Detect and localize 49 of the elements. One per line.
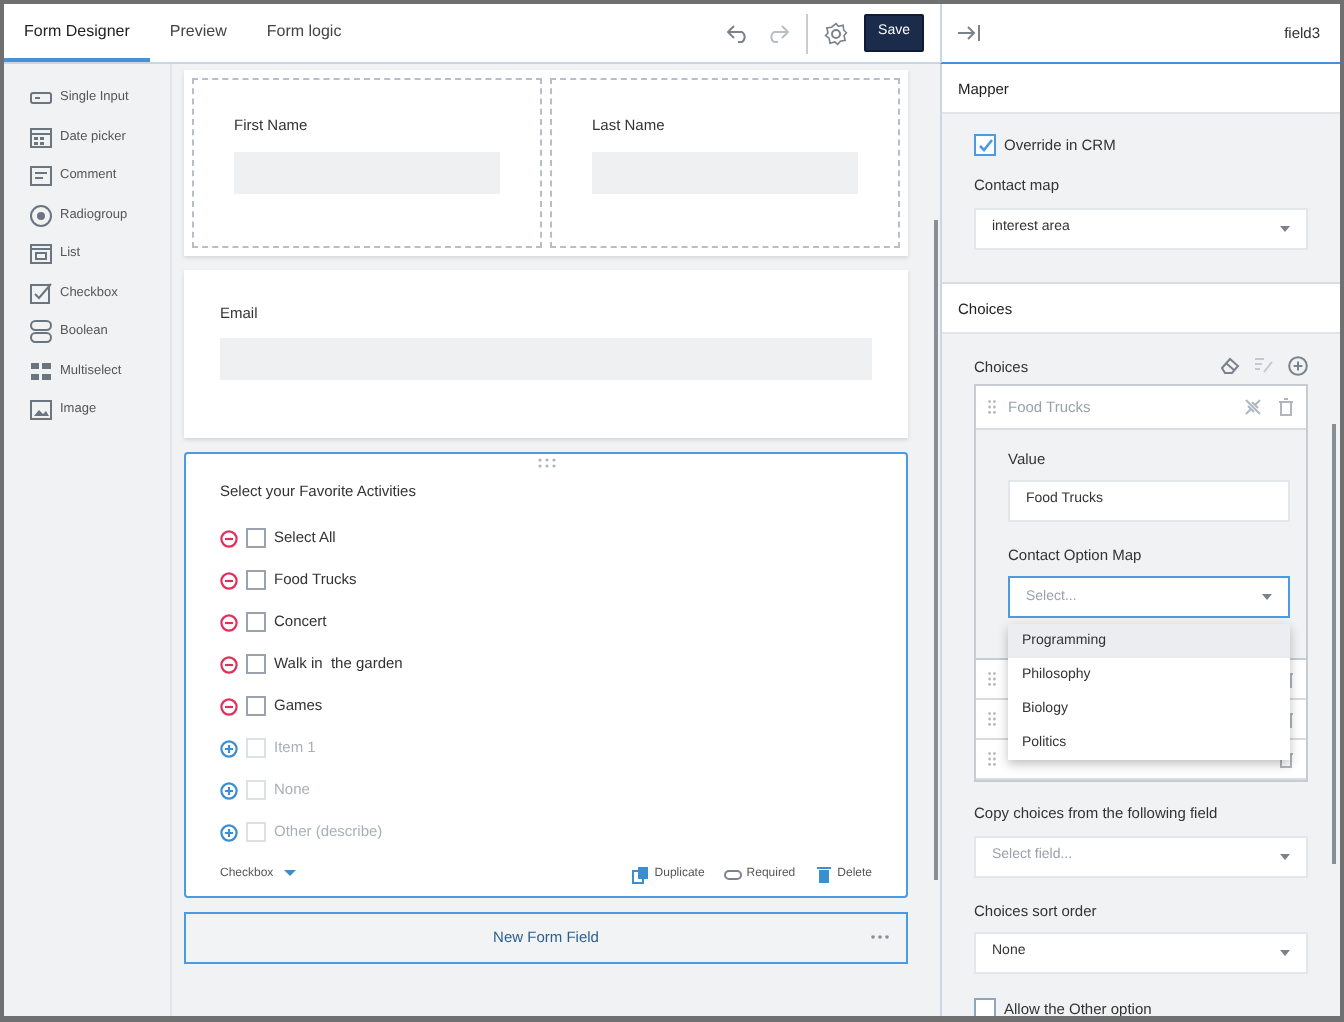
drag-handle-icon[interactable]	[988, 672, 996, 687]
remove-circle-icon[interactable]	[220, 571, 238, 589]
checkbox[interactable]	[246, 528, 266, 548]
trash-icon[interactable]	[1278, 397, 1294, 416]
caret-icon	[1280, 225, 1290, 231]
toggle-icon	[724, 865, 743, 883]
trash-icon[interactable]	[1278, 750, 1294, 769]
eraser-icon[interactable]	[1220, 356, 1240, 375]
calendar-icon	[30, 125, 52, 149]
scrollbar[interactable]	[1332, 424, 1336, 864]
checkbox[interactable]	[974, 997, 996, 1016]
remove-circle-icon[interactable]	[220, 613, 238, 631]
caret-icon	[1280, 949, 1290, 956]
scrollbar[interactable]	[934, 220, 938, 880]
trash-icon	[815, 865, 834, 883]
edit-list-icon[interactable]	[1254, 356, 1274, 375]
checkbox-icon	[30, 281, 52, 305]
remove-circle-icon[interactable]	[220, 529, 238, 547]
drag-handle-icon[interactable]	[988, 752, 996, 767]
grid-icon	[30, 359, 52, 383]
input-icon	[30, 86, 52, 110]
remove-circle-icon[interactable]	[220, 697, 238, 715]
checkbox[interactable]	[974, 134, 996, 157]
image-icon	[30, 398, 52, 422]
comment-icon	[30, 164, 52, 188]
drag-handle-icon[interactable]	[537, 458, 555, 469]
settings-icon[interactable]	[824, 21, 849, 45]
caret-icon	[1280, 853, 1290, 859]
caret-icon	[1262, 594, 1272, 601]
drag-handle-icon[interactable]	[988, 399, 996, 414]
tab[interactable]: Preview	[149, 4, 247, 62]
collapse-panel-icon[interactable]	[958, 24, 982, 42]
undo-icon[interactable]	[726, 23, 751, 43]
copy-icon	[632, 865, 651, 883]
unlink-icon[interactable]	[1244, 397, 1262, 416]
list-icon	[30, 242, 52, 266]
remove-circle-icon[interactable]	[220, 655, 238, 673]
tab[interactable]: Form logic	[246, 4, 362, 62]
toggle-icon	[30, 320, 52, 344]
caret-icon	[283, 870, 296, 878]
radio-icon	[30, 203, 52, 227]
more-icon[interactable]	[870, 934, 890, 940]
checkbox[interactable]	[246, 612, 266, 632]
redo-icon[interactable]	[766, 23, 791, 43]
checkbox[interactable]	[246, 696, 266, 716]
drag-handle-icon[interactable]	[988, 712, 996, 727]
add-circle-icon[interactable]	[1288, 356, 1308, 377]
checkbox[interactable]	[246, 570, 266, 590]
checkbox[interactable]	[246, 654, 266, 674]
